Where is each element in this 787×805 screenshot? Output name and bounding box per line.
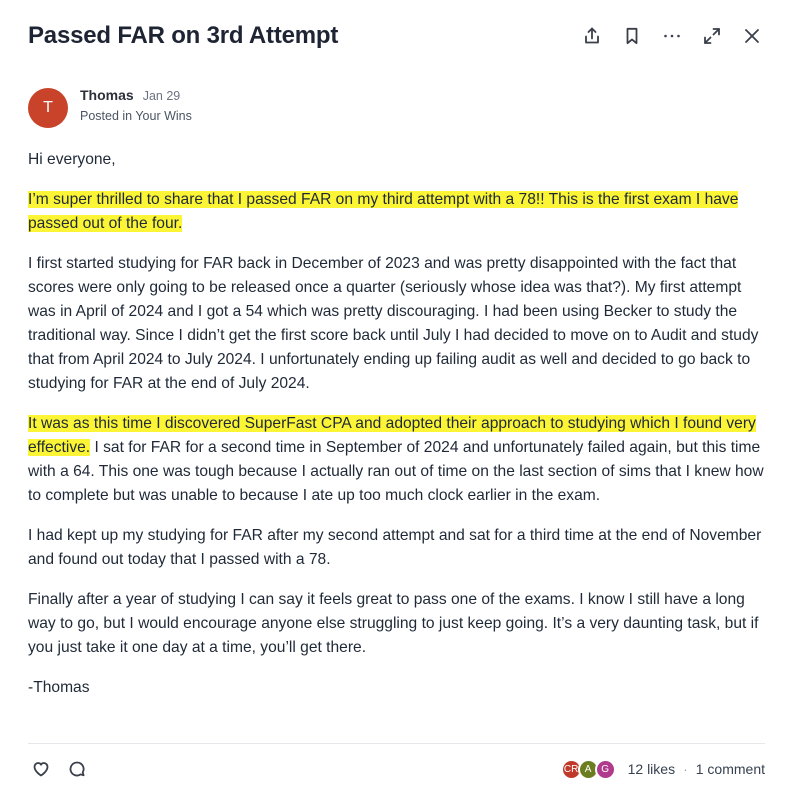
paragraph-1: I’m super thrilled to share that I passe…	[28, 188, 768, 236]
likes-count[interactable]: 12 likes	[628, 761, 675, 777]
close-icon[interactable]	[741, 25, 763, 47]
more-icon[interactable]	[661, 25, 683, 47]
divider	[28, 743, 765, 744]
paragraph-5: Finally after a year of studying I can s…	[28, 591, 759, 656]
bookmark-icon[interactable]	[621, 25, 643, 47]
paragraph-4: I had kept up my studying for FAR after …	[28, 527, 762, 568]
author-block: T Thomas Jan 29 Posted in Your Wins	[28, 87, 192, 128]
post-date: Jan 29	[142, 89, 181, 103]
posted-in: Posted in Your Wins	[80, 109, 192, 123]
signature: -Thomas	[28, 679, 90, 696]
engagement-counts: 12 likes · 1 comment	[628, 761, 765, 777]
expand-icon[interactable]	[701, 25, 723, 47]
avatar[interactable]: T	[28, 88, 68, 128]
author-name[interactable]: Thomas	[80, 87, 134, 103]
comment-icon[interactable]	[66, 758, 88, 780]
heart-icon[interactable]	[30, 758, 52, 780]
post-header: Passed FAR on 3rd Attempt	[28, 20, 763, 52]
post-body: Hi everyone, I’m super thrilled to share…	[28, 148, 768, 716]
comments-count[interactable]: 1 comment	[696, 761, 765, 777]
share-icon[interactable]	[581, 25, 603, 47]
likers-avatars[interactable]: CR A G	[560, 758, 616, 780]
paragraph-2: I first started studying for FAR back in…	[28, 255, 759, 392]
paragraph-3: It was as this time I discovered SuperFa…	[28, 412, 768, 508]
highlighted-text: I’m super thrilled to share that I passe…	[28, 191, 739, 232]
header-actions	[581, 25, 763, 47]
separator: ·	[683, 761, 688, 777]
greeting: Hi everyone,	[28, 151, 116, 168]
post-title: Passed FAR on 3rd Attempt	[28, 22, 339, 49]
liker-avatar: G	[594, 758, 616, 780]
author-meta: Thomas Jan 29 Posted in Your Wins	[80, 87, 192, 123]
paragraph-3-rest: I sat for FAR for a second time in Septe…	[28, 439, 764, 504]
reaction-actions	[30, 758, 561, 780]
post-footer: CR A G 12 likes · 1 comment	[30, 756, 765, 782]
